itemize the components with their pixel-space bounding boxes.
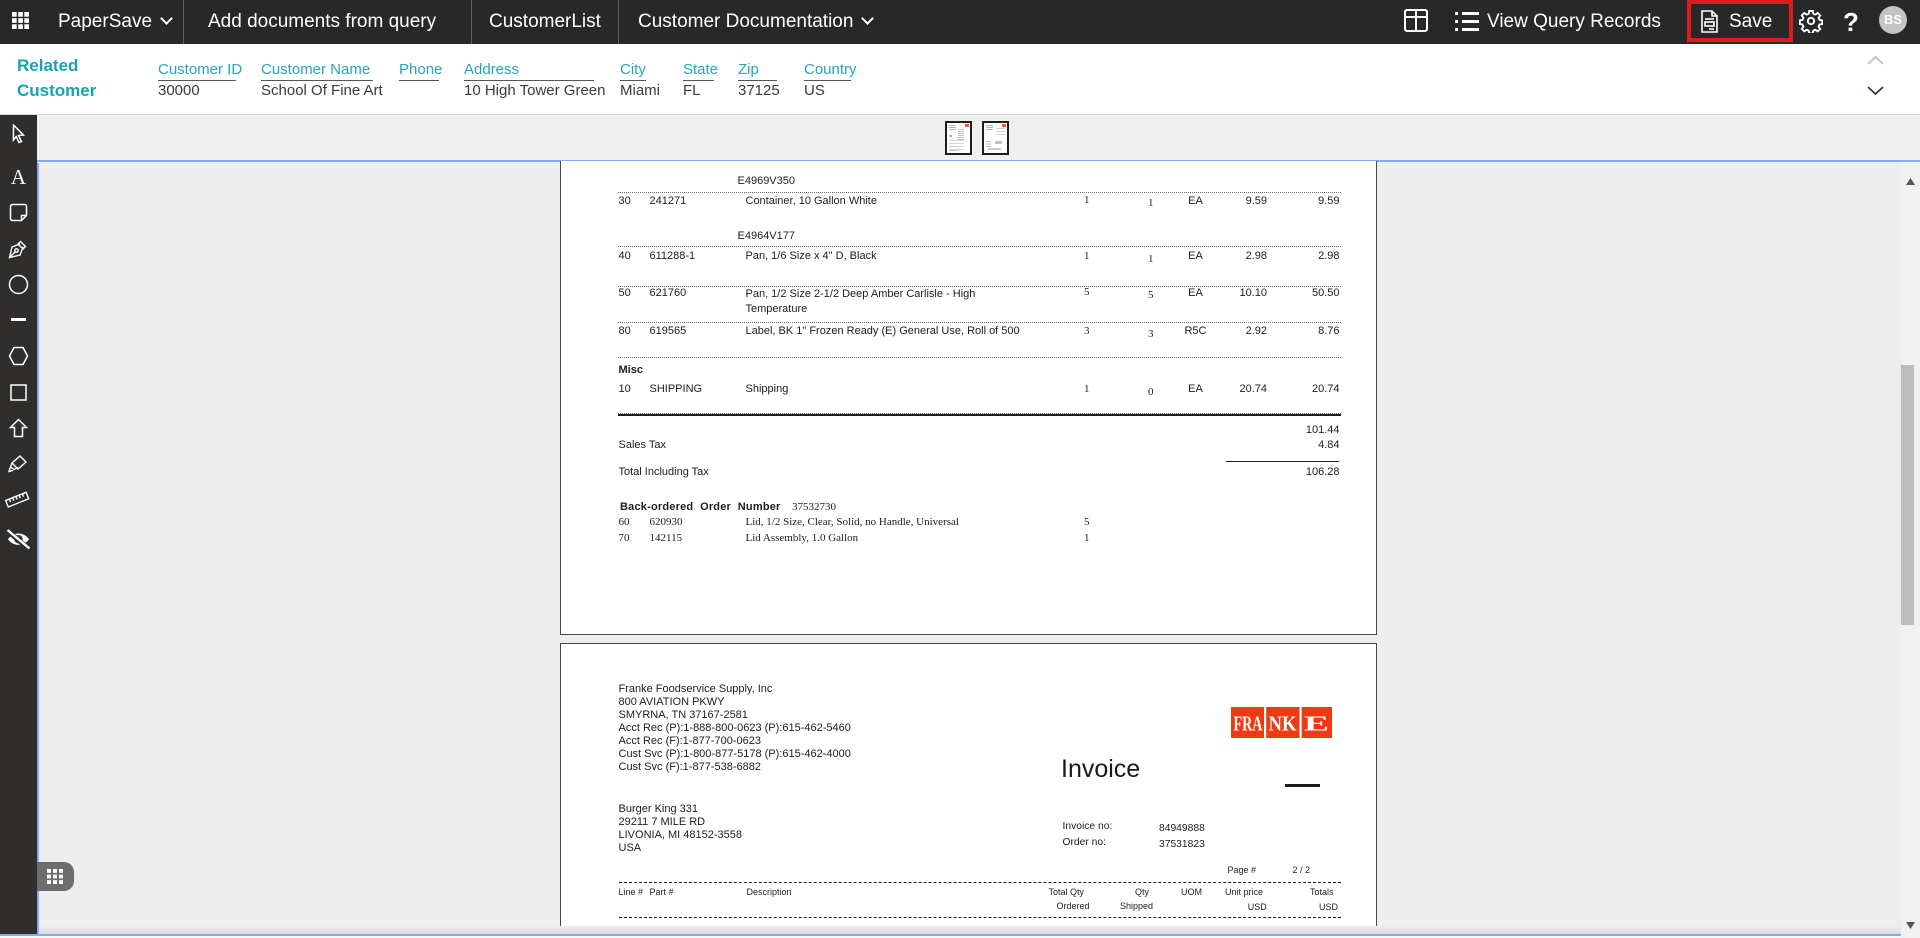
svg-text:FRA: FRA [1233, 711, 1263, 735]
svg-text:NK: NK [1268, 711, 1297, 735]
svg-text:E: E [1304, 711, 1329, 735]
